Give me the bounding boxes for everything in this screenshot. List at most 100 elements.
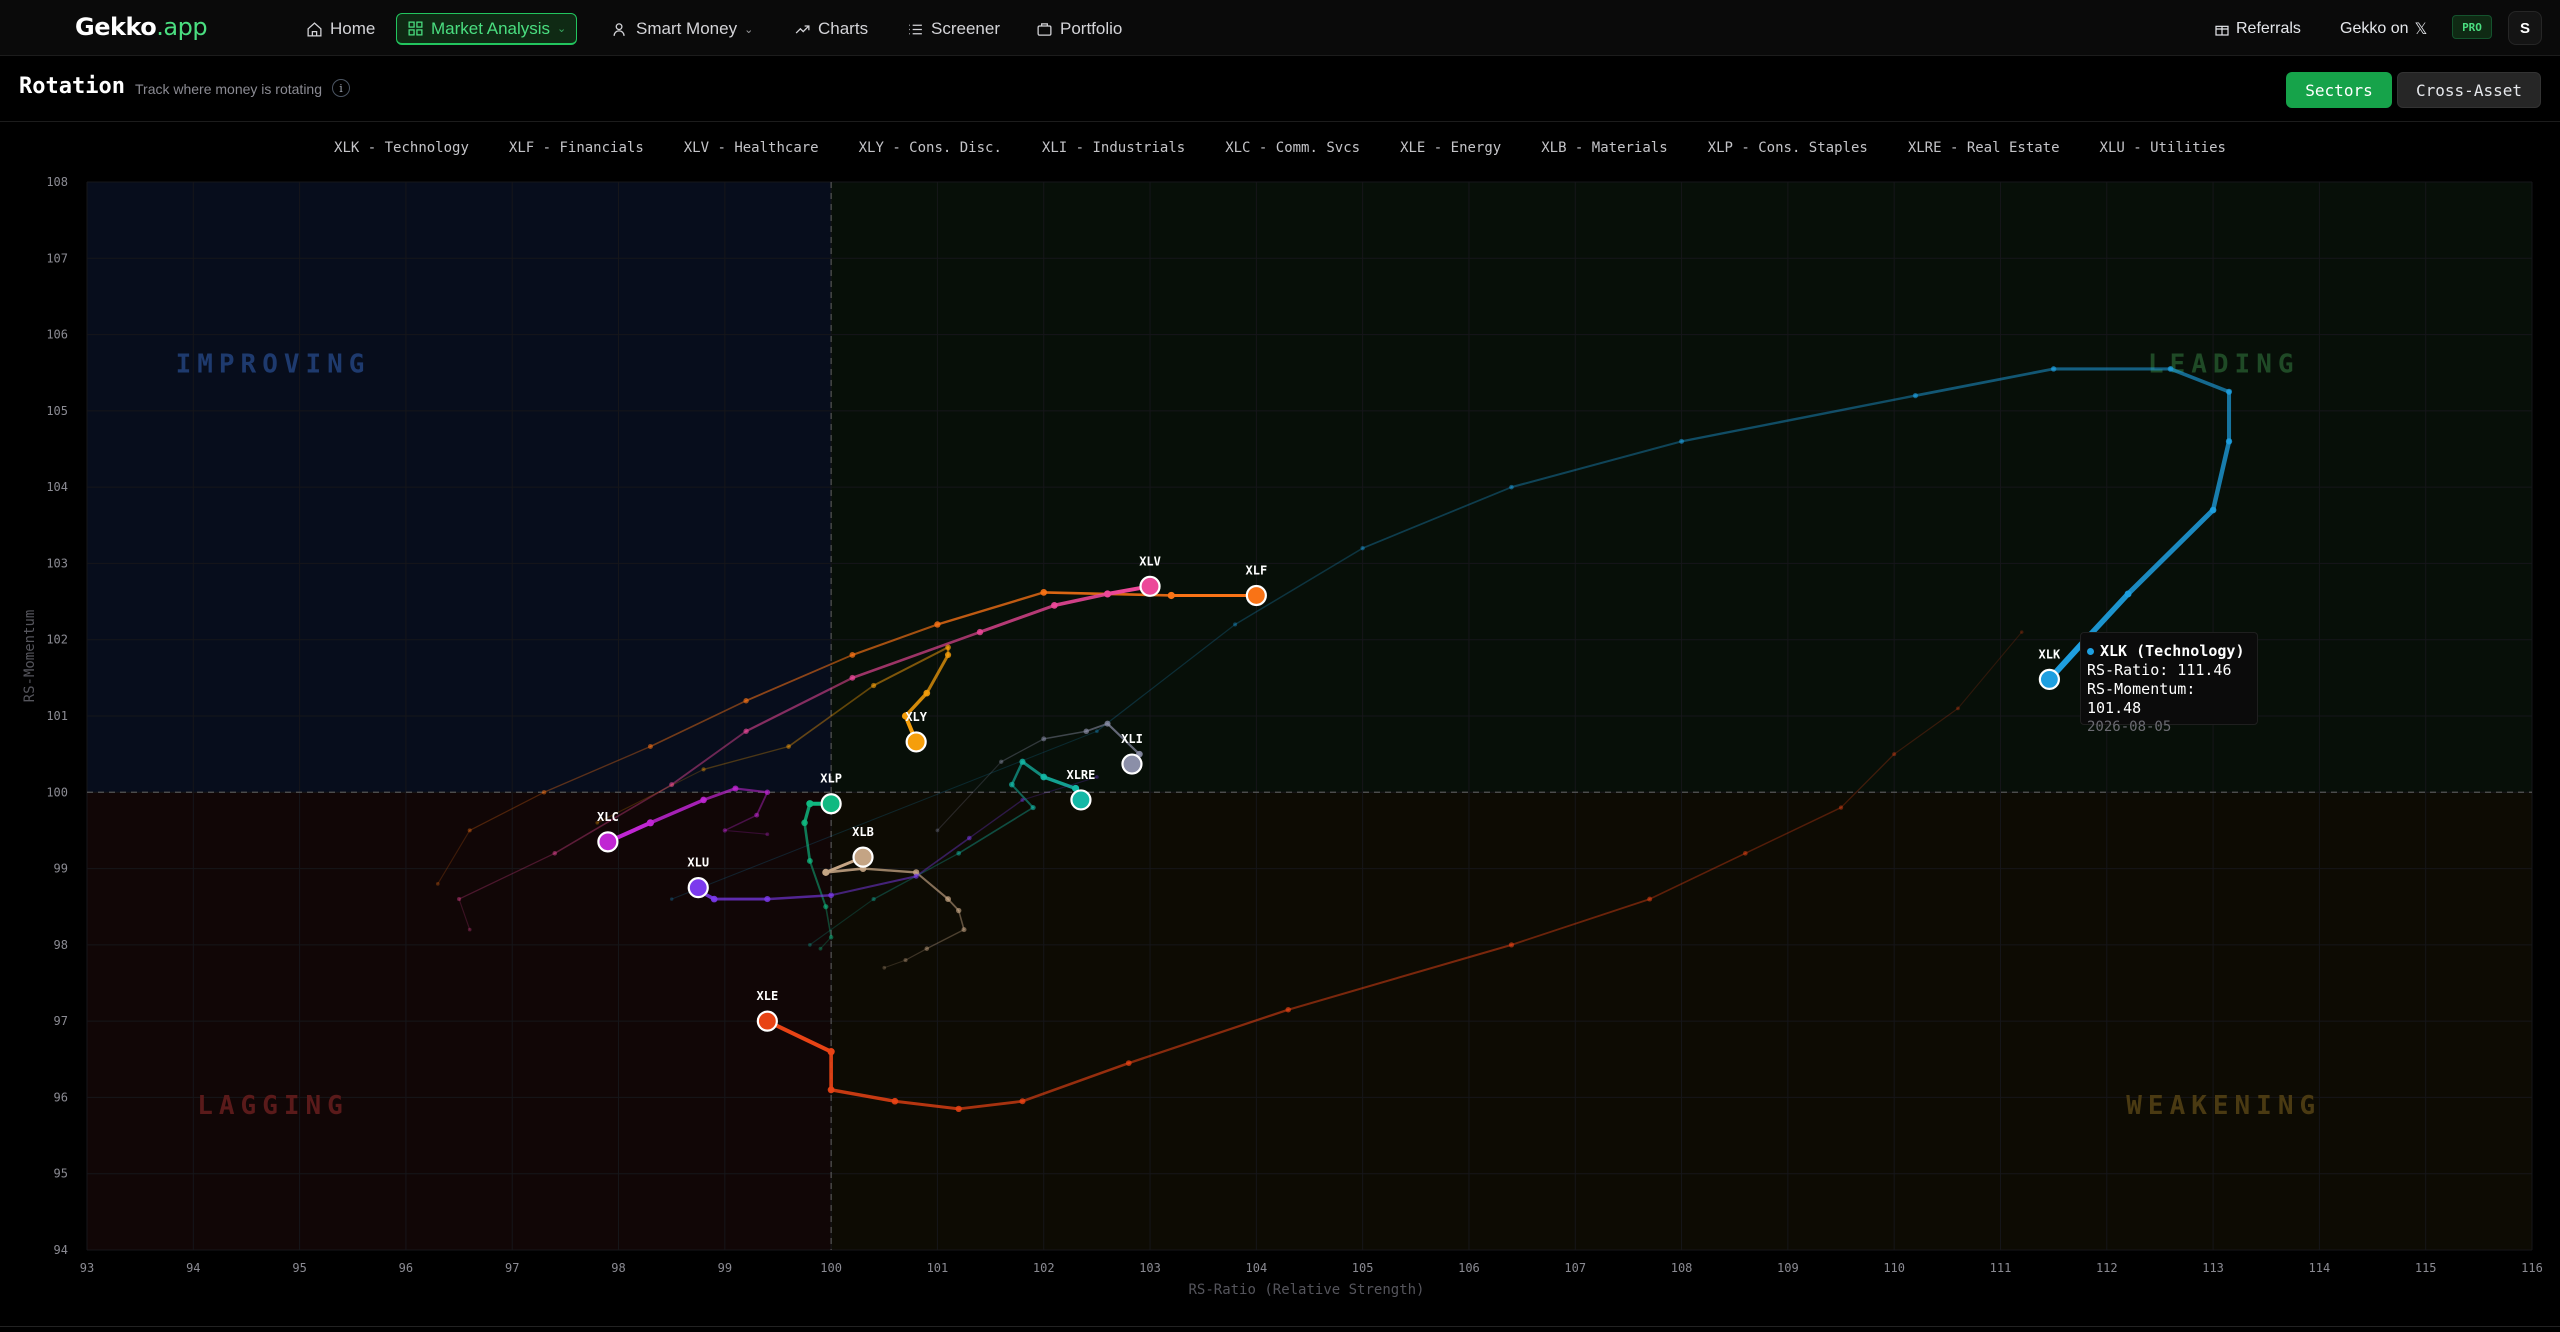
legend-item[interactable]: XLP - Cons. Staples: [1708, 140, 1868, 162]
legend-item[interactable]: XLF - Financials: [509, 140, 644, 162]
x-tick-label: 97: [505, 1261, 519, 1275]
series-point-xlc: [754, 812, 760, 818]
x-tick-label: 93: [80, 1261, 94, 1275]
series-point-xlv: [1050, 602, 1058, 609]
legend-item[interactable]: XLY - Cons. Disc.: [859, 140, 1002, 162]
series-point-xlk: [2050, 366, 2057, 372]
legend-item[interactable]: XLK - Technology: [334, 140, 469, 162]
x-tick-label: 114: [2309, 1261, 2331, 1275]
list-icon: [909, 24, 922, 34]
series-point-xle: [1743, 851, 1748, 856]
x-tick-label: 113: [2202, 1261, 2224, 1275]
gekko-logo[interactable]: Gekko.app: [75, 13, 208, 41]
nav-portfolio[interactable]: Portfolio: [1026, 13, 1132, 45]
legend-item[interactable]: XLB - Materials: [1541, 140, 1667, 162]
y-tick-label: 101: [46, 709, 68, 723]
series-point-xlc: [764, 789, 771, 796]
nav-smart-money[interactable]: Smart Money ⌄: [602, 13, 763, 45]
x-tick-label: 95: [292, 1261, 306, 1275]
nav-home[interactable]: Home: [296, 13, 385, 45]
info-icon[interactable]: i: [332, 79, 350, 97]
series-head-label-xli: XLI: [1121, 732, 1143, 746]
x-tick-label: 103: [1139, 1261, 1161, 1275]
series-point-xlb: [924, 946, 930, 951]
y-tick-label: 95: [54, 1167, 68, 1181]
nav-screener[interactable]: Screener: [897, 13, 1010, 45]
series-point-xlre: [1030, 804, 1036, 811]
series-point-xlv: [552, 851, 558, 856]
x-tick-label: 104: [1246, 1261, 1268, 1275]
legend-item[interactable]: XLE - Energy: [1400, 140, 1501, 162]
nav-charts[interactable]: Charts: [784, 13, 878, 45]
series-point-xlc: [646, 819, 655, 827]
page-title: Rotation: [19, 74, 125, 99]
top-navigation: Gekko.app Home Market Analysis ⌄ Smart M…: [0, 0, 2560, 56]
series-head-xlc: [597, 831, 619, 853]
x-tick-label: 94: [186, 1261, 200, 1275]
series-point-xlf: [467, 828, 472, 833]
series-point-xle: [1838, 805, 1844, 810]
series-point-xle: [2019, 630, 2024, 634]
legend-item[interactable]: XLV - Healthcare: [684, 140, 819, 162]
sectors-button[interactable]: Sectors: [2286, 72, 2392, 108]
tooltip-title: XLK (Technology): [2100, 642, 2245, 660]
series-point-xli: [1083, 728, 1090, 734]
series-point-xlu: [913, 873, 919, 879]
series-point-xlv: [849, 674, 856, 681]
legend-item[interactable]: XLI - Industrials: [1042, 140, 1185, 162]
nav-market-analysis[interactable]: Market Analysis ⌄: [396, 13, 578, 45]
x-tick-label: 99: [718, 1261, 732, 1275]
gekko-on-x-link[interactable]: Gekko on 𝕏: [2340, 13, 2427, 45]
series-point-xlp: [806, 800, 814, 808]
series-head-label-xlre: XLRE: [1066, 768, 1095, 782]
rotation-chart[interactable]: IMPROVING LEADING LAGGING WEAKENING 93 94 95 96…: [0, 160, 2560, 1326]
quadrant-label-improving: IMPROVING: [176, 350, 371, 380]
y-tick-label: 97: [54, 1014, 68, 1028]
series-point-xlk: [1912, 393, 1919, 399]
tooltip-color-dot: [2087, 648, 2094, 655]
x-tick-label: 111: [1990, 1261, 2012, 1275]
series-point-xly: [871, 682, 877, 689]
series-head-label-xlv: XLV: [1139, 554, 1161, 568]
series-head-label-xlb: XLB: [852, 825, 874, 839]
chart-tooltip: XLK (Technology) RS-Ratio: 111.46 RS-Mom…: [2080, 632, 2258, 735]
bottom-divider: [0, 1326, 2560, 1327]
series-point-xly: [944, 651, 952, 659]
series-point-xlb: [882, 965, 887, 970]
series-head-xlre: [1070, 789, 1092, 811]
series-point-xlre: [1019, 758, 1026, 765]
y-tick-label: 105: [46, 404, 68, 418]
nav-portfolio-label: Portfolio: [1060, 19, 1123, 38]
legend-item[interactable]: XLC - Comm. Svcs: [1225, 140, 1360, 162]
series-point-xlk: [669, 897, 674, 901]
tooltip-date: 2026-08-05: [2087, 719, 2172, 735]
x-tick-label: 102: [1033, 1261, 1055, 1275]
series-point-xle: [891, 1097, 899, 1105]
referrals-label: Referrals: [2236, 20, 2301, 37]
briefcase-icon: [1037, 22, 1052, 36]
series-head-label-xly: XLY: [905, 710, 927, 724]
x-tick-label: 108: [1671, 1261, 1693, 1275]
series-point-xlc: [732, 785, 739, 792]
series-point-xlk: [1095, 729, 1099, 734]
x-tick-label: 106: [1458, 1261, 1480, 1275]
series-point-xlf: [1040, 589, 1048, 596]
avatar[interactable]: S: [2508, 11, 2542, 45]
y-tick-label: 99: [54, 862, 68, 876]
cross-asset-button[interactable]: Cross-Asset: [2397, 72, 2541, 108]
y-tick-label: 107: [46, 251, 68, 265]
series-point-xle: [1125, 1060, 1132, 1066]
series-point-xlre: [1008, 781, 1015, 788]
user-icon: [613, 22, 625, 36]
y-tick-label: 94: [54, 1243, 68, 1257]
series-point-xlu: [1095, 775, 1099, 779]
series-point-xle: [955, 1105, 962, 1113]
series-point-xlf: [849, 652, 856, 658]
legend-item[interactable]: XLRE - Real Estate: [1908, 140, 2060, 162]
series-point-xlu: [966, 835, 972, 841]
legend-item[interactable]: XLU - Utilities: [2100, 140, 2226, 162]
chevron-down-icon: ⌄: [744, 23, 754, 36]
quadrant-label-leading: LEADING: [2148, 350, 2300, 380]
tooltip-title-row: XLK (Technology): [2087, 642, 2257, 661]
referrals-link[interactable]: Referrals: [2214, 13, 2301, 45]
